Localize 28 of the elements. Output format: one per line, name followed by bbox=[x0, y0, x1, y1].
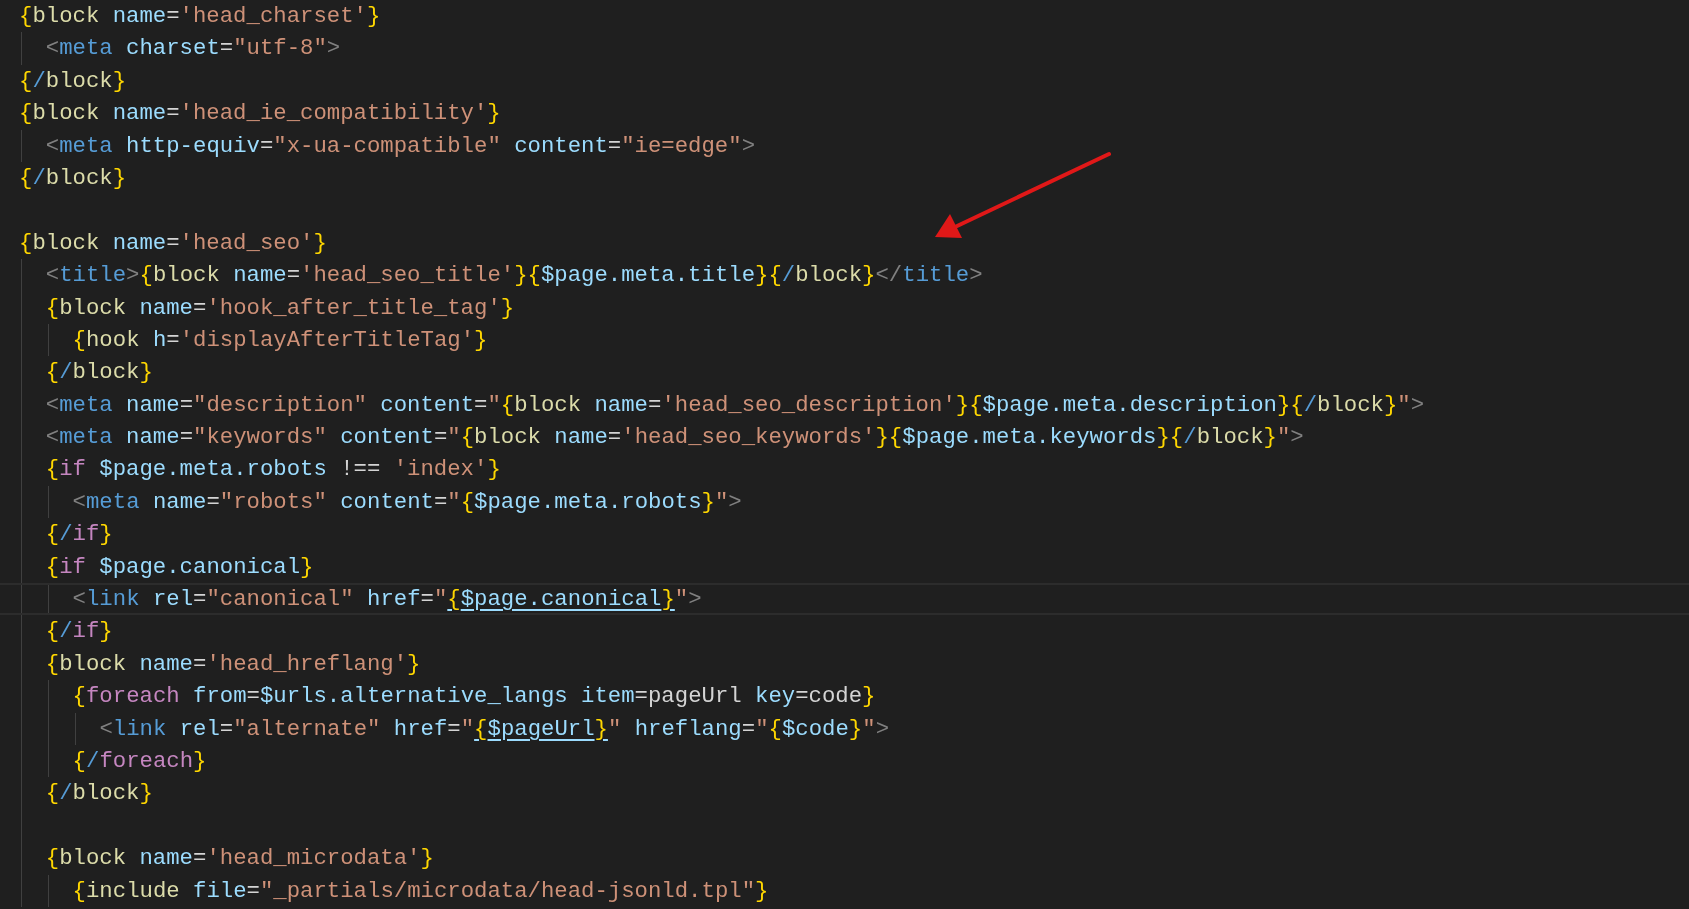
code-line: <meta charset="utf-8"> bbox=[45, 34, 341, 64]
code-line: {block name='head_ie_compatibility'} bbox=[19, 99, 501, 129]
code-line: {foreach from=$urls.alternative_langs item=pageUrl key=code} bbox=[72, 682, 876, 712]
link-text[interactable]: {$page.canonical} bbox=[447, 586, 675, 613]
code-line: <meta name="keywords" content="{block name='head_seo_keywords'}{$page.meta.keywords}{/block}"> bbox=[45, 423, 1304, 453]
code-line: {include file="_partials/microdata/head-jsonld.tpl"} bbox=[72, 876, 769, 906]
code-line: {/if} bbox=[45, 520, 113, 550]
code-line: <meta name="robots" content="{$page.meta.robots}"> bbox=[72, 487, 742, 517]
code-line: {hook h='displayAfterTitleTag'} bbox=[72, 325, 488, 355]
code-line: {/foreach} bbox=[72, 747, 207, 776]
code-line: {if $page.canonical} bbox=[45, 552, 314, 582]
code-line: <link rel="alternate" href="{$pageUrl}" hreflang="{$code}"> bbox=[99, 714, 889, 744]
code-line: <meta name="description" content="{block name='head_seo_description'}{$page.meta.description}{/block}"> bbox=[45, 390, 1425, 420]
code-line: {if $page.meta.robots !== 'index'} bbox=[45, 455, 501, 485]
code-line: {/block} bbox=[45, 358, 153, 388]
link-text[interactable]: {$pageUrl} bbox=[474, 715, 608, 742]
code-line: {/block} bbox=[45, 779, 153, 809]
code-line: {block name='hook_after_title_tag'} bbox=[45, 293, 515, 323]
code-line: {/if} bbox=[45, 617, 113, 647]
code-line: {/block} bbox=[19, 163, 127, 193]
code-line: <link rel="canonical" href="{$page.canonical}"> bbox=[72, 585, 702, 614]
code-line: {/block} bbox=[19, 66, 127, 96]
code-line: {block name='head_seo'} bbox=[19, 228, 327, 258]
code-line: <title>{block name='head_seo_title'}{$page.meta.title}{/block}</title> bbox=[45, 261, 983, 291]
code-line: {block name='head_hreflang'} bbox=[45, 649, 421, 679]
code-line: <meta http-equiv="x-ua-compatible" content="ie=edge"> bbox=[45, 131, 756, 161]
code-line: {block name='head_charset'} bbox=[19, 2, 381, 31]
code-line: {block name='head_microdata'} bbox=[45, 844, 434, 874]
